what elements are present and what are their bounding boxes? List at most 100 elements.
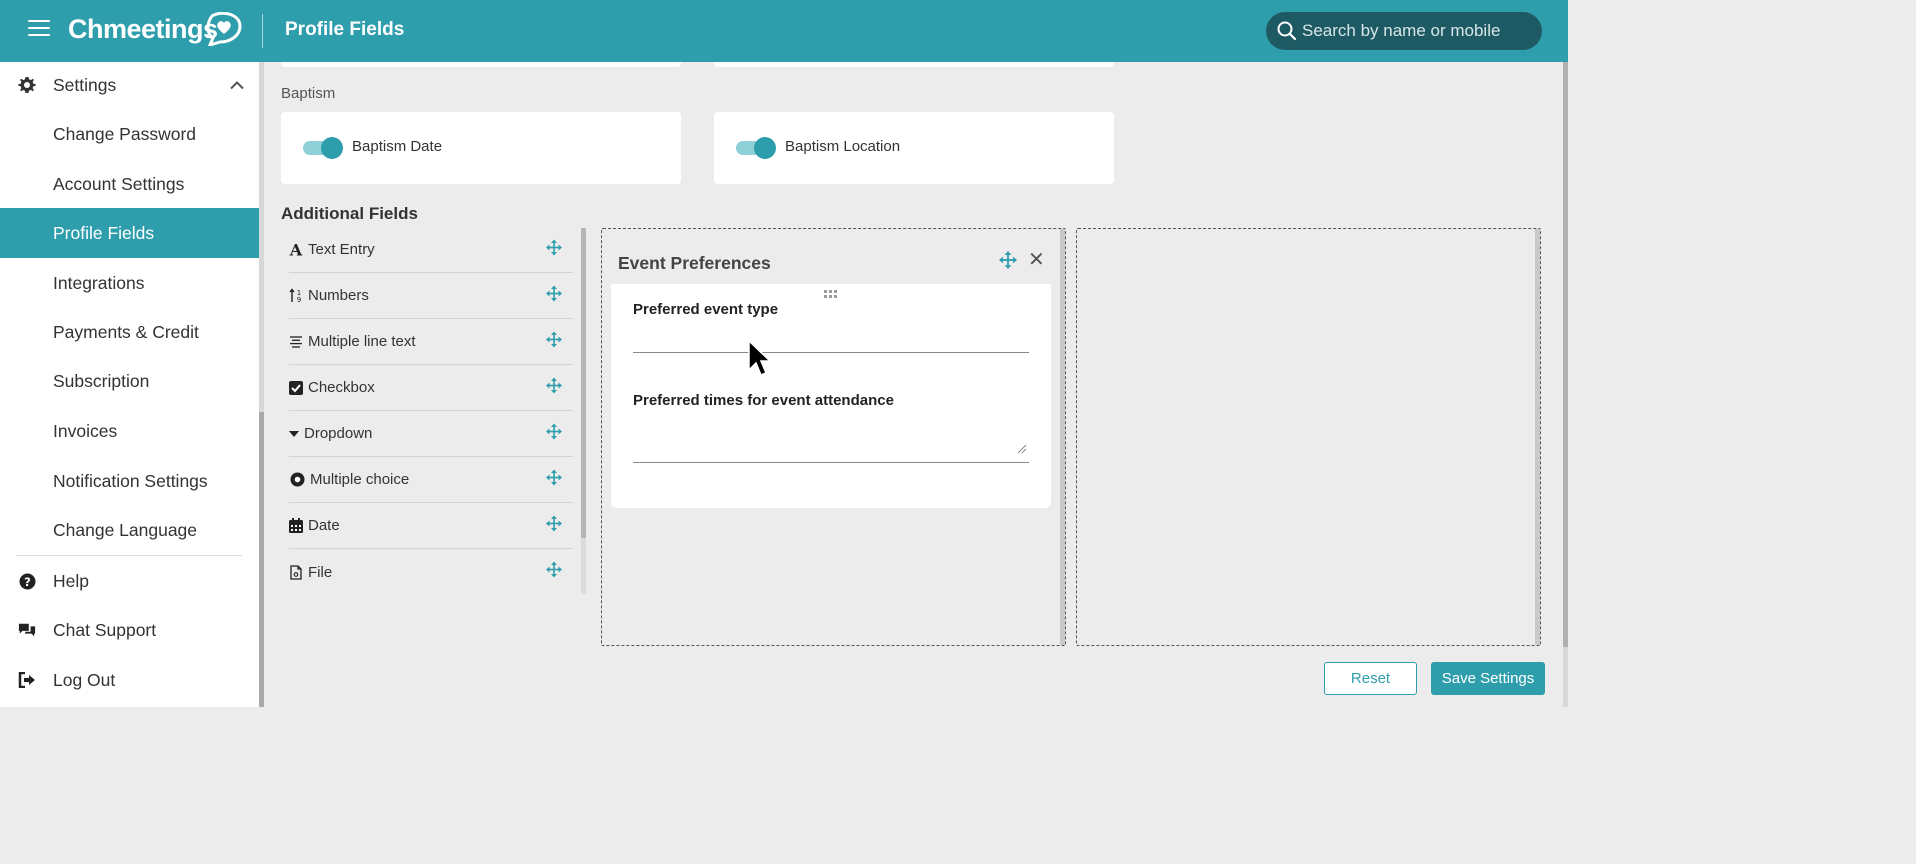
sidebar-item-label: Notification Settings (53, 470, 208, 491)
field-type-label: Multiple choice (310, 471, 410, 488)
main-scrollbar-thumb[interactable] (1563, 62, 1568, 647)
drag-grip-icon[interactable] (824, 290, 838, 299)
field-type-checkbox[interactable]: Checkbox (289, 365, 573, 411)
move-icon[interactable] (546, 331, 562, 352)
sidebar-item-change-password[interactable]: Change Password (0, 109, 260, 159)
move-icon[interactable] (546, 469, 562, 490)
menu-icon[interactable] (28, 20, 50, 38)
field-type-list: A Text Entry 19 Numbers Multiple line te… (289, 227, 573, 595)
sidebar-item-label: Help (53, 570, 89, 591)
sidebar-item-chat-support[interactable]: Chat Support (0, 605, 260, 655)
resize-handle-icon[interactable] (1017, 444, 1027, 454)
mouse-cursor-icon (748, 340, 772, 376)
app-logo[interactable]: Chmeetings (68, 14, 218, 45)
checkbox-icon (289, 380, 303, 396)
page-title: Profile Fields (285, 19, 405, 40)
preferred-event-type-input[interactable] (633, 352, 1029, 353)
move-icon[interactable] (999, 251, 1017, 274)
sidebar-item-label: Subscription (53, 370, 150, 391)
sidebar-item-label: Chat Support (53, 619, 157, 640)
sidebar-settings-label: Settings (53, 74, 117, 95)
baptism-date-toggle[interactable] (303, 137, 343, 159)
calendar-icon (289, 518, 303, 534)
drop-zone-right[interactable] (1076, 228, 1541, 646)
radio-icon (289, 472, 305, 488)
field-label: Baptism Location (785, 138, 901, 155)
move-icon[interactable] (546, 423, 562, 444)
sidebar-item-label: Integrations (53, 272, 145, 293)
sidebar-item-help[interactable]: ? Help (0, 556, 260, 606)
field-type-date[interactable]: Date (289, 503, 573, 549)
sidebar-item-invoices[interactable]: Invoices (0, 406, 260, 456)
sidebar-item-change-language[interactable]: Change Language (0, 505, 260, 555)
gear-icon (18, 76, 36, 94)
sidebar-scrollbar-thumb[interactable] (259, 412, 264, 707)
header-divider (262, 14, 263, 48)
move-icon[interactable] (546, 515, 562, 536)
text-a-icon: A (289, 242, 303, 258)
sidebar-item-label: Account Settings (53, 173, 185, 194)
move-icon[interactable] (546, 285, 562, 306)
field-type-text-entry[interactable]: A Text Entry (289, 227, 573, 273)
svg-text:9: 9 (297, 296, 301, 303)
field-type-label: Checkbox (308, 379, 375, 396)
search-icon (1277, 21, 1297, 41)
sidebar-item-label: Change Password (53, 123, 196, 144)
field-label-preferred-event-type: Preferred event type (633, 301, 779, 318)
section-label-baptism: Baptism (281, 85, 336, 102)
drop-zone-scrollbar[interactable] (1535, 229, 1540, 645)
panel-title: Event Preferences (618, 253, 771, 273)
field-type-dropdown[interactable]: Dropdown (289, 411, 573, 457)
sidebar-item-label: Invoices (53, 420, 118, 441)
field-type-label: Text Entry (308, 241, 375, 258)
field-type-label: Multiple line text (308, 333, 416, 350)
move-icon[interactable] (546, 561, 562, 583)
search-box[interactable] (1266, 12, 1542, 50)
chevron-up-icon[interactable] (230, 81, 244, 90)
field-card-partial (281, 62, 681, 67)
panel-header: Event Preferences ✕ (611, 240, 1051, 284)
field-card-baptism-location: Baptism Location (714, 112, 1114, 184)
sidebar-item-label: Payments & Credit (53, 321, 199, 342)
field-type-multiple-line-text[interactable]: Multiple line text (289, 319, 573, 365)
sidebar-item-label: Profile Fields (53, 222, 155, 243)
preferred-times-textarea[interactable] (633, 462, 1029, 463)
close-icon[interactable]: ✕ (1028, 250, 1045, 270)
sidebar-item-notification-settings[interactable]: Notification Settings (0, 456, 260, 506)
field-group-panel: Event Preferences ✕ Preferred event type… (611, 240, 1051, 508)
logout-icon (18, 671, 36, 689)
sidebar-item-log-out[interactable]: Log Out (0, 655, 260, 705)
move-icon[interactable] (546, 239, 562, 260)
numbers-sort-icon: 19 (289, 288, 303, 304)
search-input[interactable] (1302, 21, 1532, 41)
field-list-scrollbar-thumb[interactable] (581, 228, 586, 538)
additional-fields-title: Additional Fields (281, 204, 418, 223)
align-lines-icon (289, 334, 303, 350)
move-icon[interactable] (546, 377, 562, 398)
field-card-baptism-date: Baptism Date (281, 112, 681, 184)
sidebar-item-subscription[interactable]: Subscription (0, 356, 260, 406)
sidebar-item-payments-credit[interactable]: Payments & Credit (0, 307, 260, 357)
field-type-multiple-choice[interactable]: Multiple choice (289, 457, 573, 503)
svg-text:?: ? (24, 574, 31, 588)
drop-zone-scrollbar[interactable] (1060, 229, 1065, 645)
panel-body: Preferred event type Preferred times for… (611, 284, 1051, 508)
field-type-label: Dropdown (304, 425, 373, 442)
chat-bubbles-icon (18, 621, 36, 639)
sidebar-item-settings[interactable]: Settings (0, 62, 260, 108)
sidebar-item-label: Log Out (53, 669, 116, 690)
field-type-numbers[interactable]: 19 Numbers (289, 273, 573, 319)
field-type-file[interactable]: File (289, 549, 573, 595)
sidebar-item-integrations[interactable]: Integrations (0, 258, 260, 308)
svg-text:A: A (289, 242, 303, 257)
sidebar-item-account-settings[interactable]: Account Settings (0, 159, 260, 209)
file-icon (289, 564, 303, 580)
field-type-label: File (308, 563, 333, 581)
reset-button[interactable]: Reset (1324, 662, 1417, 695)
top-bar: Chmeetings Profile Fields (0, 0, 1568, 62)
sidebar-item-label: Change Language (53, 519, 198, 540)
save-settings-button[interactable]: Save Settings (1431, 662, 1545, 695)
field-type-label: Numbers (308, 287, 369, 304)
baptism-location-toggle[interactable] (736, 137, 776, 159)
sidebar-item-profile-fields[interactable]: Profile Fields (0, 208, 260, 258)
